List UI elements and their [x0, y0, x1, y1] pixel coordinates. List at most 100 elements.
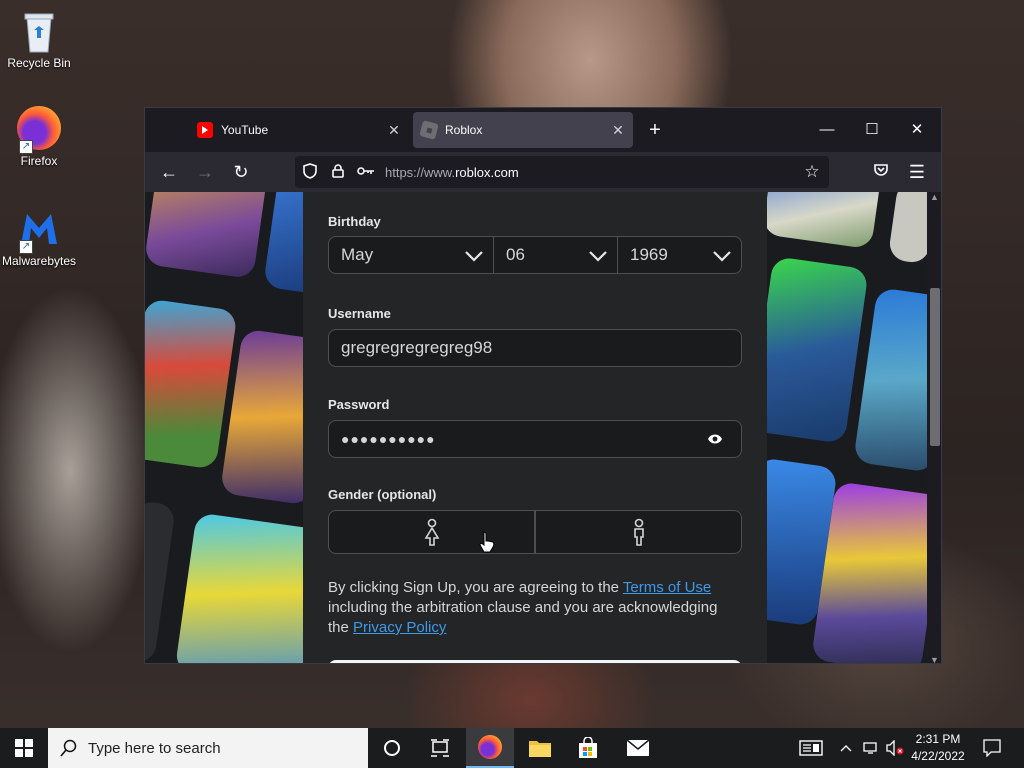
game-thumbnail: [887, 192, 927, 265]
close-tab-icon[interactable]: ✕: [609, 121, 627, 139]
show-password-eye-icon[interactable]: [707, 432, 723, 448]
taskbar-mail[interactable]: [614, 728, 662, 768]
privacy-policy-link[interactable]: Privacy Policy: [353, 619, 446, 636]
cortana-circle-icon: [384, 740, 400, 756]
select-value: 1969: [630, 245, 668, 264]
shortcut-arrow-icon: ↗: [19, 140, 33, 154]
desktop-icon-recycle-bin[interactable]: Recycle Bin: [1, 8, 77, 70]
game-thumbnails-right: [767, 192, 927, 663]
firefox-window: YouTube ✕ Roblox ✕ + — ☐ ✕ ← → ↻ https:/…: [144, 107, 942, 664]
new-tab-button[interactable]: +: [633, 114, 677, 146]
news-widget-button[interactable]: [794, 728, 828, 768]
taskbar-clock[interactable]: 2:31 PM 4/22/2022: [906, 731, 970, 765]
game-thumbnail: [145, 192, 269, 280]
store-bag-icon: [579, 737, 597, 758]
address-bar[interactable]: https://www. roblox.com ☆: [295, 156, 829, 188]
taskbar-search-box[interactable]: Type here to search: [48, 728, 368, 768]
notification-icon: [983, 739, 1001, 757]
url-domain: roblox.com: [455, 164, 519, 180]
youtube-icon: [197, 122, 213, 138]
start-button[interactable]: [0, 728, 48, 768]
navigation-toolbar: ← → ↻ https://www. roblox.com ☆ ☰: [145, 152, 941, 192]
game-thumbnails-left: [145, 192, 303, 663]
gender-male-button[interactable]: [535, 510, 742, 554]
desktop-icon-malwarebytes[interactable]: ↗ Malwarebytes: [1, 206, 77, 268]
close-tab-icon[interactable]: ✕: [385, 121, 403, 139]
search-placeholder: Type here to search: [88, 739, 221, 757]
tab-title: YouTube: [221, 123, 269, 137]
firefox-icon: ↗: [17, 106, 61, 154]
taskbar-store[interactable]: [564, 728, 612, 768]
chevron-down-icon: [713, 251, 731, 262]
game-thumbnail: [853, 287, 927, 473]
desktop-icon-firefox[interactable]: ↗ Firefox: [1, 106, 77, 168]
username-label: Username: [328, 306, 391, 321]
male-icon: [633, 518, 644, 546]
search-icon: [60, 739, 77, 757]
page-content: Birthday May 06 1969 Username gregregreg…: [145, 192, 941, 663]
scrollbar-thumb[interactable]: [930, 288, 940, 446]
cortana-button[interactable]: [368, 728, 416, 768]
shield-icon[interactable]: [299, 162, 321, 182]
key-icon[interactable]: [355, 164, 377, 180]
malwarebytes-icon: ↗: [17, 206, 61, 254]
windows-logo-icon: [15, 739, 33, 757]
pocket-icon[interactable]: [867, 158, 895, 186]
show-hidden-icons-button[interactable]: [836, 728, 856, 768]
birthday-day-select[interactable]: 06: [493, 236, 618, 274]
tab-youtube[interactable]: YouTube ✕: [189, 112, 409, 148]
taskbar: Type here to search 2:31 PM 4/22/2022: [0, 728, 1024, 768]
reload-button[interactable]: ↻: [227, 158, 255, 186]
birthday-year-select[interactable]: 1969: [617, 236, 742, 274]
game-thumbnail: [262, 192, 303, 297]
tab-roblox[interactable]: Roblox ✕: [413, 112, 633, 148]
mouse-cursor-icon: [479, 531, 495, 558]
birthday-month-select[interactable]: May: [328, 236, 494, 274]
select-value: May: [341, 245, 374, 264]
terms-text: By clicking Sign Up, you are agreeing to…: [328, 578, 742, 638]
clock-time: 2:31 PM: [915, 732, 961, 746]
minimize-button[interactable]: —: [805, 114, 849, 146]
game-thumbnail: [174, 512, 303, 663]
recycle-bin-icon: [17, 8, 61, 53]
volume-muted-icon[interactable]: [884, 728, 906, 768]
scroll-down-icon[interactable]: ▼: [930, 655, 939, 663]
url-prefix: https://www.: [385, 164, 456, 180]
task-view-icon: [431, 739, 449, 757]
birthday-label: Birthday: [328, 214, 381, 229]
game-thumbnail: [145, 298, 238, 470]
network-icon[interactable]: [860, 728, 882, 768]
taskbar-firefox[interactable]: [466, 728, 514, 768]
gender-female-button[interactable]: [328, 510, 535, 554]
news-icon: [799, 740, 823, 756]
close-window-button[interactable]: ✕: [895, 114, 939, 146]
scrollbar[interactable]: ▲ ▼: [927, 192, 941, 663]
game-thumbnail: [767, 256, 869, 444]
desktop-icon-label: Firefox: [20, 154, 58, 168]
game-thumbnail: [145, 499, 176, 663]
game-thumbnail: [767, 192, 883, 250]
scroll-up-icon[interactable]: ▲: [930, 192, 939, 202]
chevron-down-icon: [589, 251, 607, 262]
taskbar-file-explorer[interactable]: [516, 728, 564, 768]
bookmark-star-icon[interactable]: ☆: [801, 162, 823, 182]
action-center-button[interactable]: [976, 728, 1008, 768]
tab-bar: YouTube ✕ Roblox ✕ + — ☐ ✕: [145, 108, 941, 152]
firefox-icon: [478, 735, 502, 759]
maximize-button[interactable]: ☐: [850, 114, 894, 146]
chevron-down-icon: [465, 251, 483, 262]
signup-form: Birthday May 06 1969 Username gregregreg…: [303, 192, 767, 663]
terms-text-part: By clicking Sign Up, you are agreeing to…: [328, 579, 623, 596]
forward-button[interactable]: →: [191, 158, 219, 186]
password-input[interactable]: ●●●●●●●●●●: [328, 420, 742, 458]
terms-of-use-link[interactable]: Terms of Use: [623, 579, 711, 596]
shortcut-arrow-icon: ↗: [19, 240, 33, 254]
menu-icon[interactable]: ☰: [903, 158, 931, 186]
username-input[interactable]: gregregregregreg98: [328, 329, 742, 367]
roblox-icon: [419, 120, 439, 140]
task-view-button[interactable]: [416, 728, 464, 768]
desktop-icon-label: Malwarebytes: [1, 254, 77, 268]
lock-icon[interactable]: [327, 163, 349, 181]
back-button[interactable]: ←: [155, 158, 183, 186]
signup-button-edge[interactable]: [328, 660, 742, 663]
